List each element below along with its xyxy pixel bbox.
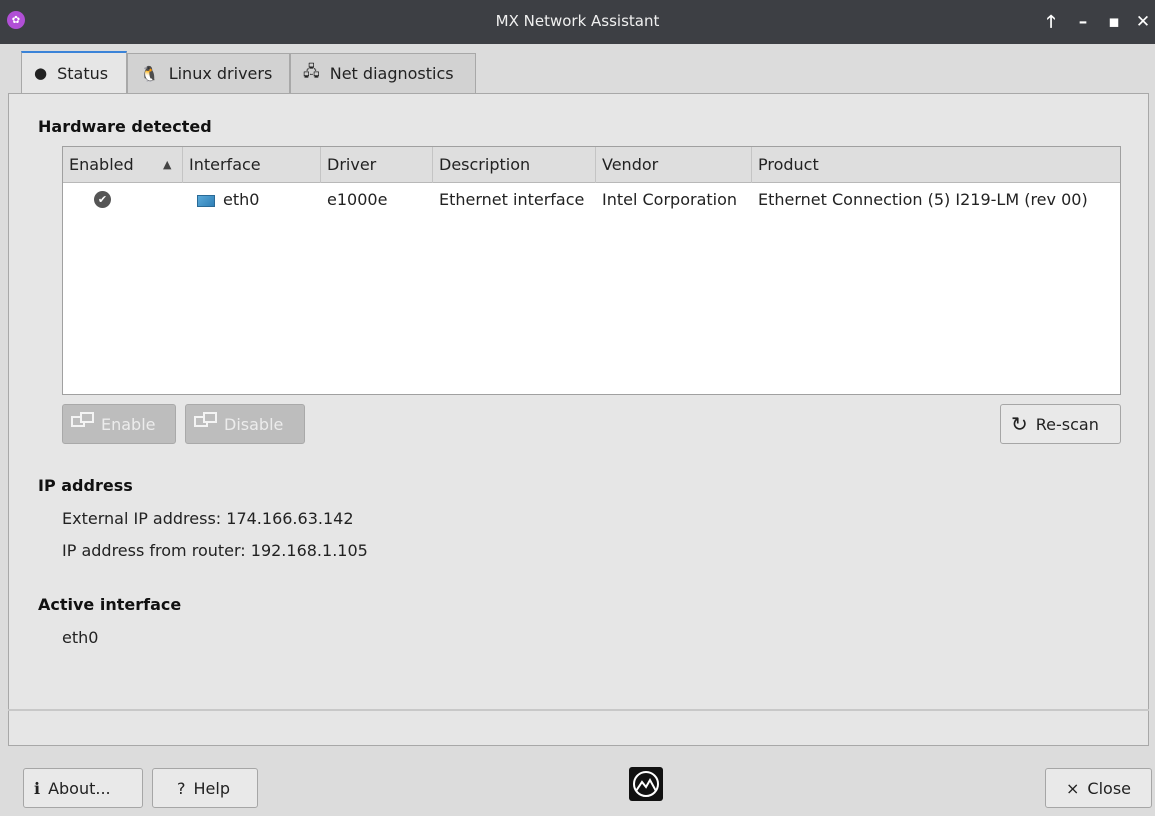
rescan-button[interactable]: ↻ Re-scan <box>1000 404 1121 444</box>
disable-button[interactable]: Disable <box>185 404 305 444</box>
tab-linux-drivers[interactable]: 🐧 Linux drivers <box>127 53 290 93</box>
ip-heading: IP address <box>38 476 133 495</box>
info-icon: ℹ <box>34 778 41 798</box>
title-bar: ✿ MX Network Assistant 🡑 – ▪ ✕ <box>0 0 1155 44</box>
tab-net-diagnostics[interactable]: 🖧 Net diagnostics <box>290 53 476 93</box>
about-button[interactable]: ℹ About... <box>23 768 143 808</box>
column-product[interactable]: Product <box>752 147 1120 183</box>
router-ip-text: IP address from router: 192.168.1.105 <box>62 541 368 560</box>
cell-interface: eth0 <box>191 183 259 217</box>
close-window-icon[interactable]: ✕ <box>1133 11 1153 33</box>
tab-status[interactable]: ● Status <box>21 51 127 93</box>
hardware-heading: Hardware detected <box>38 117 212 136</box>
table-header: Enabled ▲ Interface Driver Description V… <box>63 147 1120 183</box>
tux-icon: 🐧 <box>140 64 159 83</box>
help-button[interactable]: ? Help <box>152 768 258 808</box>
enable-button[interactable]: Enable <box>62 404 176 444</box>
keep-above-icon[interactable]: 🡑 <box>1041 11 1061 33</box>
footer-separator <box>8 709 1149 711</box>
cell-driver: e1000e <box>327 190 388 209</box>
active-interface-heading: Active interface <box>38 595 182 614</box>
tab-linux-drivers-label: Linux drivers <box>168 64 273 83</box>
close-button[interactable]: × Close <box>1045 768 1152 808</box>
column-description[interactable]: Description <box>433 147 596 183</box>
network-enable-icon <box>71 412 95 436</box>
column-interface[interactable]: Interface <box>183 147 321 183</box>
network-disable-icon <box>194 412 218 436</box>
cell-description: Ethernet interface <box>439 190 585 209</box>
column-enabled[interactable]: Enabled ▲ <box>63 147 183 183</box>
minimize-icon[interactable]: – <box>1073 11 1093 33</box>
hardware-table: Enabled ▲ Interface Driver Description V… <box>62 146 1121 395</box>
window-title: MX Network Assistant <box>495 12 660 30</box>
maximize-icon[interactable]: ▪ <box>1104 11 1124 33</box>
column-driver[interactable]: Driver <box>321 147 433 183</box>
help-icon: ? <box>177 778 186 798</box>
network-card-icon <box>197 194 215 207</box>
tab-net-diagnostics-label: Net diagnostics <box>329 64 454 83</box>
external-ip-text: External IP address: 174.166.63.142 <box>62 509 354 528</box>
active-interface-value: eth0 <box>62 628 99 647</box>
column-vendor[interactable]: Vendor <box>596 147 752 183</box>
refresh-icon: ↻ <box>1011 412 1028 436</box>
cell-product: Ethernet Connection (5) I219-LM (rev 00) <box>758 190 1088 209</box>
mx-logo-icon <box>629 767 663 801</box>
enabled-check-icon: ✔ <box>94 191 111 208</box>
sort-ascending-icon: ▲ <box>163 158 172 171</box>
tab-status-label: Status <box>57 63 109 83</box>
cell-vendor: Intel Corporation <box>602 190 738 209</box>
table-row[interactable]: ✔ eth0 e1000e Ethernet interface Intel C… <box>63 183 1120 217</box>
main-window: ● Status 🐧 Linux drivers 🖧 Net diagnosti… <box>0 44 1155 816</box>
diagnostics-icon: 🖧 <box>303 62 320 80</box>
close-icon: × <box>1066 778 1080 798</box>
status-icon: ● <box>34 64 48 82</box>
